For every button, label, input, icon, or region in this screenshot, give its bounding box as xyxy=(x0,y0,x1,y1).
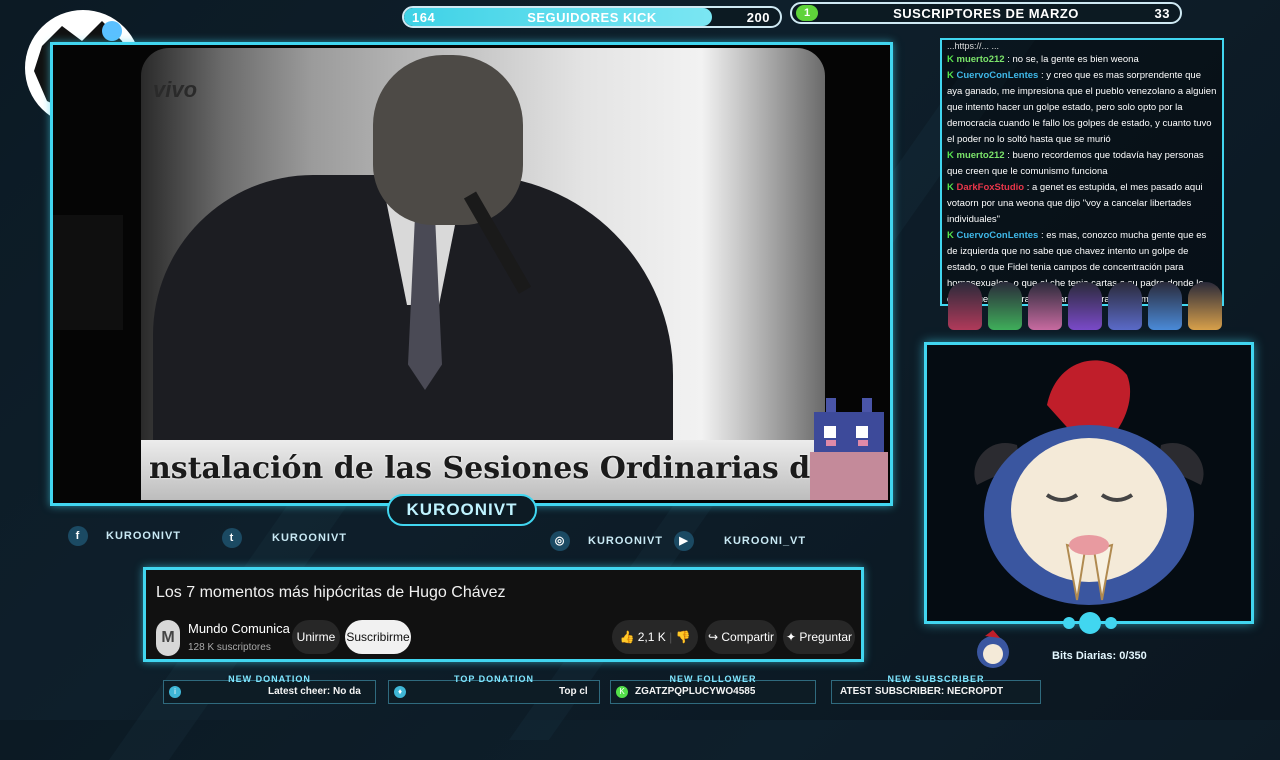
alert-caption: NEW DONATION xyxy=(228,674,311,684)
facebook-icon: f xyxy=(68,526,88,546)
sparkle-icon: ✦ xyxy=(785,630,796,644)
chat-message: K DarkFoxStudio : a genet es estupida, e… xyxy=(942,180,1222,228)
ask-label: Preguntar xyxy=(799,630,853,644)
subscribers-goal-bar: 1 SUSCRIPTORES DE MARZO 33 xyxy=(790,2,1182,24)
alert-caption: TOP DONATION xyxy=(453,674,534,684)
channel-name-text: Mundo Comunica xyxy=(188,621,290,636)
kick-icon: K xyxy=(947,70,954,81)
ask-button[interactable]: ✦ Preguntar xyxy=(783,620,855,654)
social-instagram[interactable]: ◎ KUROONIVT xyxy=(550,531,663,551)
chat-text: : y creo que es mas sorprendente que aya… xyxy=(947,70,1217,145)
social-handle: KUROONI_VT xyxy=(724,535,807,547)
alert-top-donation: TOP DONATION ♦ Top cl xyxy=(388,674,600,704)
water-drop-icon: ♦ xyxy=(394,686,406,698)
share-button[interactable]: ↪ Compartir xyxy=(705,620,777,654)
subscribe-button[interactable]: Suscribirme xyxy=(345,620,411,654)
alert-value: Top cl xyxy=(559,686,588,697)
kick-icon: K xyxy=(947,54,954,65)
alert-value: Latest cheer: No da xyxy=(268,686,361,697)
channel-avatar[interactable]: M xyxy=(156,620,180,656)
mascot-figure xyxy=(948,282,982,330)
alert-caption: NEW FOLLOWER xyxy=(669,674,757,684)
social-youtube[interactable]: ▶ KUROONI_VT xyxy=(674,531,806,551)
alert-new-donation: NEW DONATION i Latest cheer: No da xyxy=(163,674,376,704)
chat-username[interactable]: muerto212 xyxy=(957,54,1005,65)
social-handle: KUROONIVT xyxy=(588,535,663,547)
alert-value: ZGATZPQPLUCYWO4585 xyxy=(635,686,756,697)
like-dislike-group[interactable]: 👍 2,1 K | 👎 xyxy=(612,620,698,654)
mascot-figure xyxy=(1028,282,1062,330)
youtube-video-info: Los 7 momentos más hipócritas de Hugo Ch… xyxy=(143,567,864,662)
share-label: Compartir xyxy=(721,630,775,644)
mascot-figure xyxy=(1108,282,1142,330)
alert-new-subscriber: NEW SUBSCRIBER ATEST SUBSCRIBER: NECROPD… xyxy=(831,674,1041,704)
mascot-row xyxy=(948,282,1230,332)
share-icon: ↪ xyxy=(707,630,719,644)
streamer-nameplate: KUROONIVT xyxy=(387,494,537,526)
followers-goal: 200 xyxy=(746,10,770,25)
channel-name[interactable]: Mundo Comunica ✓ xyxy=(188,621,302,636)
chat-message: K CuervoConLentes : y creo que es mas so… xyxy=(942,68,1222,148)
subscribers-goal: 33 xyxy=(1154,6,1170,21)
pixel-cat-mascot xyxy=(810,398,888,500)
speaker-face xyxy=(373,55,523,225)
social-twitter[interactable]: t KUROONIVT xyxy=(222,528,347,548)
video-frame: vivo nstalación de las Sesiones Ordinari… xyxy=(50,42,893,506)
followers-label: SEGUIDORES KICK xyxy=(527,10,657,25)
chat-username[interactable]: CuervoConLentes xyxy=(957,70,1039,81)
like-count: 2,1 K xyxy=(637,630,666,644)
mascot-figure xyxy=(1068,282,1102,330)
daily-bits: Bits Diarias: 0/350 xyxy=(1052,650,1147,662)
kick-icon: K xyxy=(947,182,954,193)
chat-username[interactable]: muerto212 xyxy=(957,150,1005,161)
mascot-figure xyxy=(1148,282,1182,330)
vtuber-avatar xyxy=(974,360,1204,605)
video-dark-block xyxy=(53,215,123,330)
kick-icon: K xyxy=(947,150,954,161)
webcam-frame xyxy=(924,342,1254,624)
alert-caption: NEW SUBSCRIBER xyxy=(887,674,985,684)
chat-username[interactable]: CuervoConLentes xyxy=(957,230,1039,241)
chat-panel[interactable]: ...https://... ... K muerto212 : no se, … xyxy=(940,38,1224,306)
chat-message: K muerto212 : no se, la gente es bien we… xyxy=(942,52,1222,68)
video-player[interactable]: vivo nstalación de las Sesiones Ordinari… xyxy=(53,45,890,503)
subscribers-label: SUSCRIPTORES DE MARZO xyxy=(893,6,1079,21)
social-facebook[interactable]: f KUROONIVT xyxy=(68,526,181,546)
mascot-figure xyxy=(988,282,1022,330)
channel-subscribers: 128 K suscriptores xyxy=(188,642,271,653)
kick-icon: K xyxy=(947,230,954,241)
chat-message: K muerto212 : bueno recordemos que todav… xyxy=(942,148,1222,180)
bits-value: 0/350 xyxy=(1119,650,1147,662)
youtube-icon: ▶ xyxy=(674,531,694,551)
video-caption: nstalación de las Sesiones Ordinarias de… xyxy=(149,451,849,486)
mini-character xyxy=(977,630,1009,668)
cam-slider-knob xyxy=(1063,612,1117,634)
kick-icon: K xyxy=(616,686,628,698)
social-handle: KUROONIVT xyxy=(106,530,181,542)
thumbs-up-icon[interactable]: 👍 xyxy=(619,630,634,644)
chat-message-list: K muerto212 : no se, la gente es bien we… xyxy=(942,52,1222,304)
chat-truncated-line: ...https://... ... xyxy=(947,41,1000,51)
youtube-video-title[interactable]: Los 7 momentos más hipócritas de Hugo Ch… xyxy=(156,584,506,602)
social-handle: KUROONIVT xyxy=(272,532,347,544)
live-watermark: vivo xyxy=(153,77,198,102)
thumbs-down-icon[interactable]: 👎 xyxy=(676,630,691,644)
followers-goal-bar: 164 SEGUIDORES KICK 200 xyxy=(402,6,782,28)
alert-value: ATEST SUBSCRIBER: NECROPDT xyxy=(840,686,1004,697)
alert-new-follower: NEW FOLLOWER K ZGATZPQPLUCYWO4585 xyxy=(610,674,816,704)
info-icon: i xyxy=(169,686,181,698)
bits-label: Bits Diarias: xyxy=(1052,650,1117,662)
twitter-icon: t xyxy=(222,528,242,548)
chat-username[interactable]: DarkFoxStudio xyxy=(957,182,1025,193)
join-button[interactable]: Unirme xyxy=(292,620,340,654)
chat-text: : no se, la gente es bien weona xyxy=(1007,54,1139,65)
mascot-figure xyxy=(1188,282,1222,330)
instagram-icon: ◎ xyxy=(550,531,570,551)
